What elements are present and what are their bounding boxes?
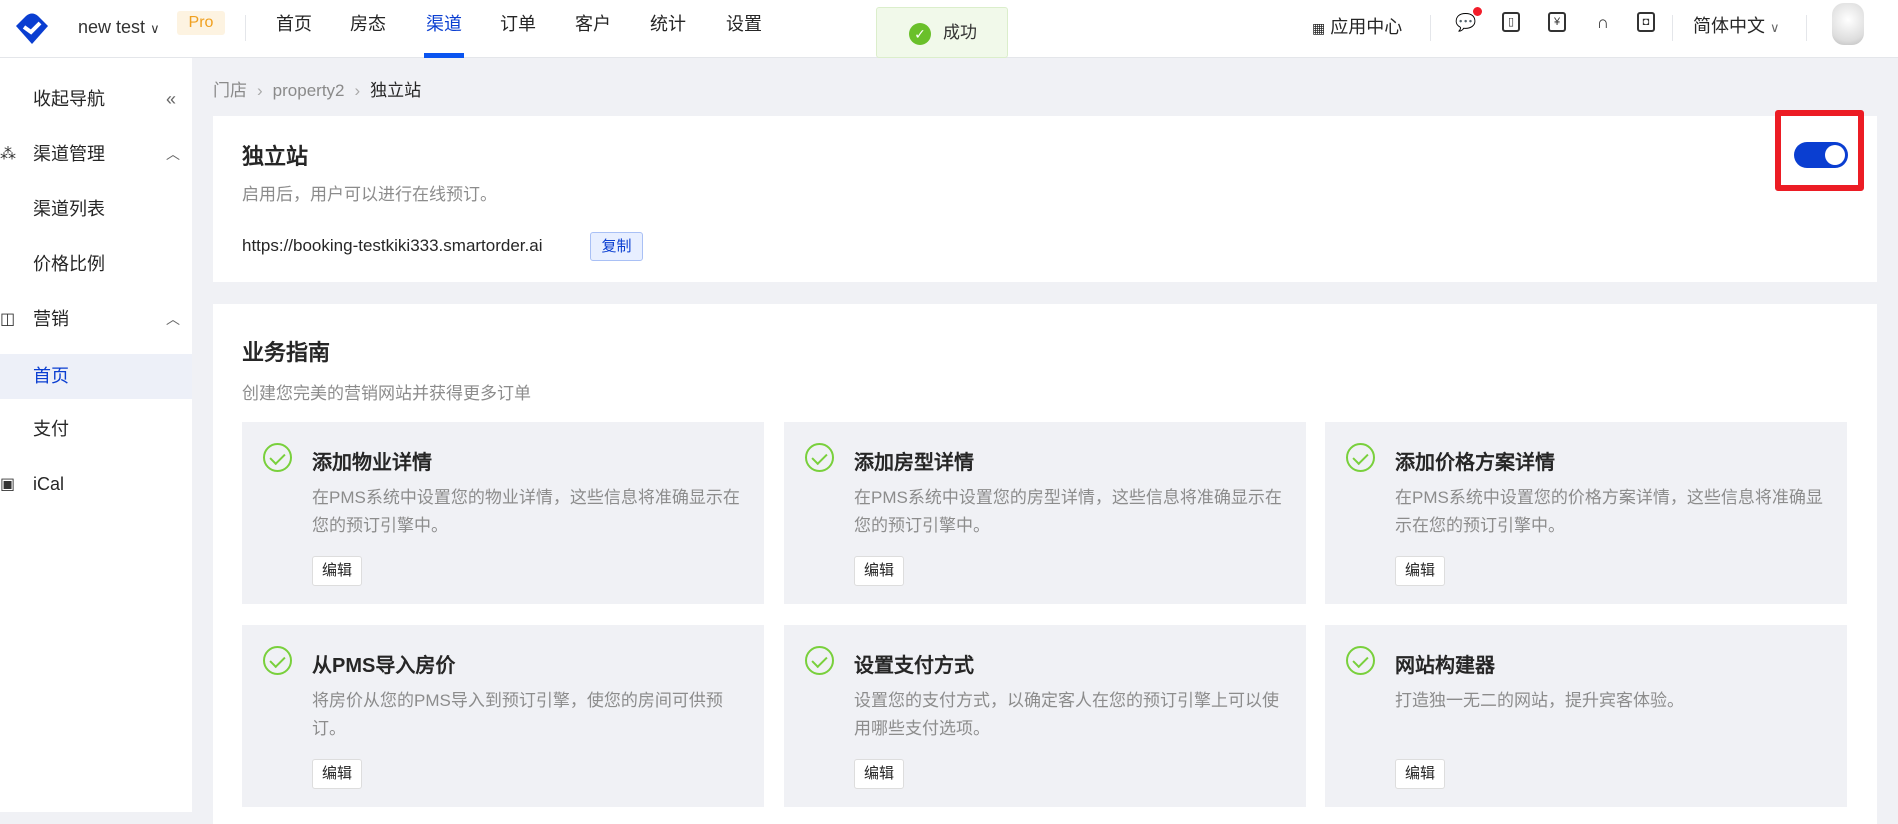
guide-item-title: 从PMS导入房价 [312, 655, 456, 677]
guide-item-title: 添加物业详情 [312, 452, 432, 474]
nav-channel[interactable]: 渠道 [424, 0, 464, 58]
calendar-icon: ▣ [0, 476, 16, 493]
sidebar-item-marketing[interactable]: ◫ 营销 ︿ [0, 292, 192, 347]
logo-icon[interactable] [14, 12, 50, 46]
pro-badge: Pro [177, 11, 225, 35]
guide-item: 设置支付方式设置您的支付方式，以确定客人在您的预订引擎上可以使用哪些支付选项。编… [784, 625, 1306, 807]
sidebar-item-label: 渠道管理 [33, 144, 105, 164]
language-selector[interactable]: 简体中文 ∨ [1693, 12, 1780, 38]
store-name: new test [78, 17, 146, 37]
wallet-icon[interactable]: ◘ [1637, 12, 1655, 32]
sidebar-item-label: 渠道列表 [33, 199, 105, 219]
double-chevron-left-icon: « [166, 89, 177, 109]
sidebar-item-label: iCal [33, 474, 65, 494]
site-url: https://booking-testkiki333.smartorder.a… [242, 236, 543, 255]
guide-item: 从PMS导入房价将房价从您的PMS导入到预订引擎，使您的房间可供预订。编辑 [242, 625, 764, 807]
check-circle-icon [805, 443, 834, 472]
guide-item-desc: 将房价从您的PMS导入到预订引擎，使您的房间可供预订。 [312, 691, 723, 738]
guide-item-desc: 在PMS系统中设置您的房型详情，这些信息将准确显示在您的预订引擎中。 [854, 488, 1282, 535]
edit-button[interactable]: 编辑 [312, 759, 362, 789]
sidebar-item-channel-list[interactable]: 渠道列表 [0, 182, 192, 237]
nav-stats[interactable]: 统计 [650, 0, 686, 58]
guide-item-desc: 打造独一无二的网站，提升宾客体验。 [1395, 691, 1684, 710]
avatar[interactable] [1832, 3, 1864, 45]
app-center-label: 应用中心 [1330, 17, 1403, 37]
edit-button[interactable]: 编辑 [854, 759, 904, 789]
message-icon[interactable]: 💬 [1455, 7, 1482, 34]
sidebar-item-price-ratio[interactable]: 价格比例 [0, 237, 192, 292]
sidebar-item-home[interactable]: 首页 [0, 354, 192, 399]
nav-room-status[interactable]: 房态 [350, 0, 386, 58]
app-center-button[interactable]: ▦ 应用中心 [1312, 13, 1402, 39]
guide-item-desc: 在PMS系统中设置您的价格方案详情，这些信息将准确显示在您的预订引擎中。 [1395, 488, 1823, 535]
sidebar-item-channel-management[interactable]: ⁂ 渠道管理 ︿ [0, 127, 192, 182]
guide-item-title: 设置支付方式 [854, 655, 974, 677]
site-description: 启用后，用户可以进行在线预订。 [242, 185, 497, 204]
check-circle-icon [805, 646, 834, 675]
breadcrumb-store[interactable]: 门店 [213, 81, 247, 100]
guide-item: 添加物业详情在PMS系统中设置您的物业详情，这些信息将准确显示在您的预订引擎中。… [242, 422, 764, 604]
collapse-label: 收起导航 [33, 89, 105, 109]
chevron-right-icon: › [354, 81, 361, 100]
chevron-up-icon: ︿ [166, 311, 180, 327]
channel-icon: ⁂ [0, 146, 16, 163]
sidebar-item-label: 价格比例 [33, 254, 105, 274]
notification-dot [1473, 7, 1482, 16]
headset-icon[interactable]: ∩ [1592, 12, 1614, 34]
layout-icon: ◫ [0, 311, 16, 328]
divider [245, 15, 246, 41]
sidebar-item-ical[interactable]: ▣ iCal [0, 457, 192, 512]
guide-item: 添加房型详情在PMS系统中设置您的房型详情，这些信息将准确显示在您的预订引擎中。… [784, 422, 1306, 604]
guide-item-desc: 在PMS系统中设置您的物业详情，这些信息将准确显示在您的预订引擎中。 [312, 488, 740, 535]
breadcrumb: 门店 › property2 › 独立站 [213, 76, 421, 101]
chevron-down-icon: ∨ [1770, 20, 1780, 35]
nav-settings[interactable]: 设置 [726, 0, 762, 58]
divider [1806, 15, 1807, 41]
success-toast: ✓ 成功 [876, 7, 1008, 58]
divider [1430, 15, 1431, 41]
guide-item: 网站构建器打造独一无二的网站，提升宾客体验。编辑 [1325, 625, 1847, 807]
check-circle-icon [263, 443, 292, 472]
edit-button[interactable]: 编辑 [854, 556, 904, 586]
language-label: 简体中文 [1693, 16, 1765, 36]
bookmark-icon[interactable]: ▯ [1502, 12, 1520, 32]
check-circle-icon [1346, 443, 1375, 472]
guide-item: 添加价格方案详情在PMS系统中设置您的价格方案详情，这些信息将准确显示在您的预订… [1325, 422, 1847, 604]
chevron-right-icon: › [257, 81, 263, 100]
nav-home[interactable]: 首页 [276, 0, 312, 58]
chevron-down-icon: ∨ [150, 21, 160, 36]
edit-button[interactable]: 编辑 [312, 556, 362, 586]
toast-text: 成功 [943, 23, 977, 42]
check-circle-icon: ✓ [909, 23, 931, 45]
guide-item-desc: 设置您的支付方式，以确定客人在您的预订引擎上可以使用哪些支付选项。 [854, 691, 1279, 738]
site-title: 独立站 [242, 144, 309, 169]
sidebar-item-label: 营销 [33, 309, 69, 329]
breadcrumb-property[interactable]: property2 [273, 81, 345, 100]
guide-item-title: 添加房型详情 [854, 452, 974, 474]
copy-button[interactable]: 复制 [590, 232, 643, 261]
guide-item-title: 网站构建器 [1395, 655, 1495, 677]
collapse-nav-button[interactable]: 收起导航 « [0, 72, 192, 127]
edit-button[interactable]: 编辑 [1395, 759, 1445, 789]
nav-orders[interactable]: 订单 [500, 0, 536, 58]
chevron-up-icon: ︿ [166, 146, 180, 162]
breadcrumb-current: 独立站 [370, 81, 422, 100]
check-circle-icon [1346, 646, 1375, 675]
sidebar: 收起导航 « ⁂ 渠道管理 ︿ 渠道列表 价格比例 ◫ 营销 ︿ 首页 支付 ▣ iCal [0, 58, 192, 812]
top-header: new test ∨ Pro 首页 房态 渠道 订单 客户 统计 设置 ✓ 成功 … [0, 0, 1898, 58]
invoice-icon[interactable]: ¥ [1548, 12, 1566, 32]
grid-icon: ▦ [1312, 20, 1326, 36]
guide-item-title: 添加价格方案详情 [1395, 452, 1555, 474]
check-circle-icon [263, 646, 292, 675]
store-selector[interactable]: new test ∨ [78, 17, 160, 38]
edit-button[interactable]: 编辑 [1395, 556, 1445, 586]
guide-description: 创建您完美的营销网站并获得更多订单 [242, 384, 531, 403]
sidebar-item-label: 支付 [33, 419, 69, 439]
sidebar-item-label: 首页 [33, 366, 69, 386]
site-enable-toggle[interactable] [1794, 142, 1848, 168]
divider [1672, 15, 1673, 41]
nav-customers[interactable]: 客户 [575, 0, 611, 58]
guide-title: 业务指南 [242, 340, 331, 365]
sidebar-item-payment[interactable]: 支付 [0, 402, 192, 457]
